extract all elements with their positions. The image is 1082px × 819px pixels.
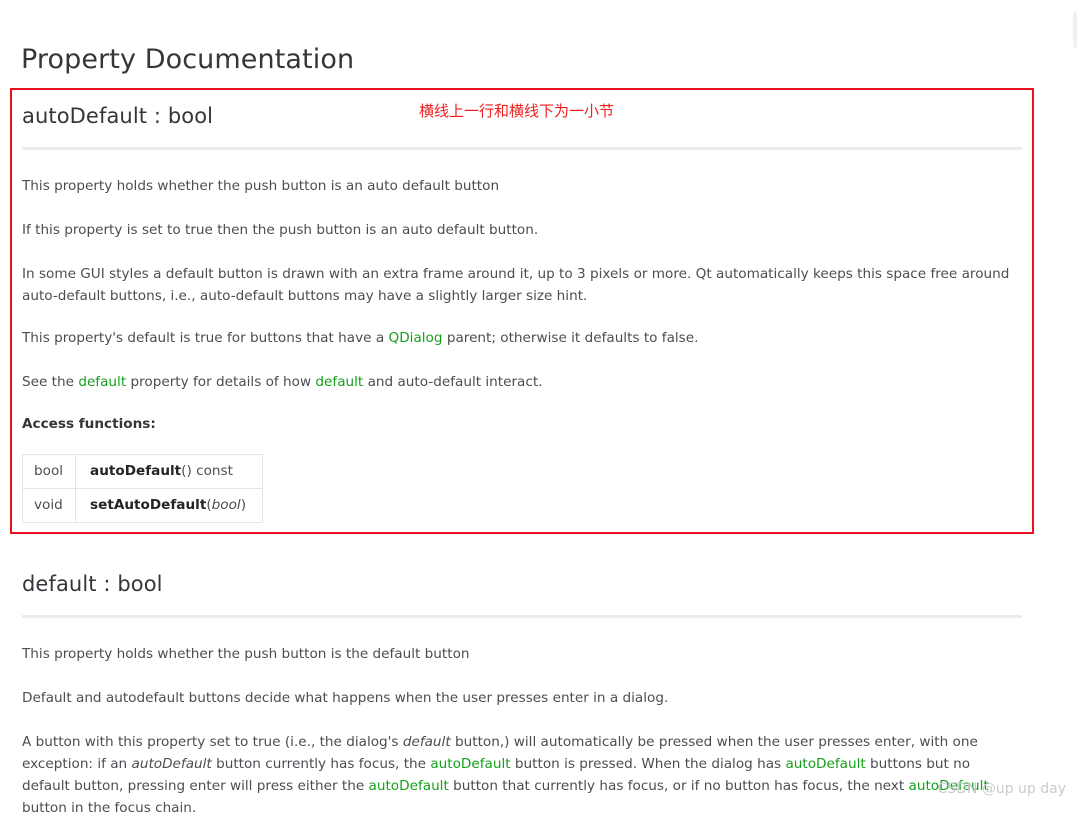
link-autodefault-3[interactable]: autoDefault: [369, 778, 449, 794]
paragraph-autodefault-1: This property holds whether the push but…: [22, 178, 500, 194]
paragraph-text: property for details of how: [126, 374, 316, 390]
link-default-2[interactable]: default: [315, 374, 363, 390]
signature-cell: setAutoDefault(bool): [75, 488, 263, 523]
scrollbar-thumb[interactable]: [1073, 12, 1077, 48]
function-suffix: () const: [181, 463, 233, 479]
paragraph-text: button in the focus chain.: [22, 800, 197, 816]
return-type-cell: void: [21, 488, 77, 523]
red-annotation-note: 横线上一行和横线下为一小节: [419, 102, 615, 120]
paragraph-text: See the: [22, 374, 79, 390]
access-functions-label: Access functions:: [22, 416, 156, 432]
emphasis-default: default: [402, 734, 451, 750]
signature-cell: autoDefault() const: [75, 454, 263, 489]
paragraph-default-1: This property holds whether the push but…: [22, 646, 470, 662]
paragraph-default-3: A button with this property set to true …: [22, 731, 1022, 819]
paragraph-text: and auto-default interact.: [363, 374, 543, 390]
link-qdialog[interactable]: QDialog: [389, 330, 443, 346]
return-type-cell: bool: [21, 454, 77, 489]
table-row: bool autoDefault() const: [21, 454, 263, 489]
paragraph-text: A button with this property set to true …: [22, 734, 403, 750]
page-title: Property Documentation: [21, 44, 355, 76]
function-arg: bool: [211, 497, 241, 513]
table-row: void setAutoDefault(bool): [21, 488, 263, 523]
function-name: setAutoDefault: [90, 497, 207, 513]
paragraph-autodefault-3: In some GUI styles a default button is d…: [22, 266, 1010, 304]
section-default: default : bool This property holds wheth…: [0, 570, 1082, 816]
paragraph-autodefault-4: This property's default is true for butt…: [22, 327, 1022, 349]
csdn-watermark: CSDN @up up day: [937, 781, 1066, 797]
paragraph-text: button currently has focus, the: [211, 756, 431, 772]
access-functions-table: bool autoDefault() const void setAutoDef…: [21, 454, 263, 523]
function-name: autoDefault: [90, 463, 182, 479]
paragraph-text: button that currently has focus, or if n…: [448, 778, 909, 794]
paragraph-default-2: Default and autodefault buttons decide w…: [22, 690, 669, 706]
documentation-page: Property Documentation autoDefault : boo…: [0, 0, 1082, 816]
link-autodefault-2[interactable]: autoDefault: [785, 756, 865, 772]
section-divider: [22, 147, 1022, 150]
paragraph-autodefault-2: If this property is set to true then the…: [22, 222, 539, 238]
paragraph-text: This property's default is true for butt…: [22, 330, 389, 346]
link-autodefault-1[interactable]: autoDefault: [430, 756, 510, 772]
paragraph-autodefault-5: See the default property for details of …: [22, 371, 1022, 393]
section-divider: [22, 615, 1022, 618]
paragraph-text: parent; otherwise it defaults to false.: [442, 330, 699, 346]
property-heading-default: default : bool: [22, 572, 163, 596]
paragraph-text: button is pressed. When the dialog has: [510, 756, 786, 772]
emphasis-autodefault: autoDefault: [131, 756, 212, 772]
link-default-1[interactable]: default: [78, 374, 126, 390]
